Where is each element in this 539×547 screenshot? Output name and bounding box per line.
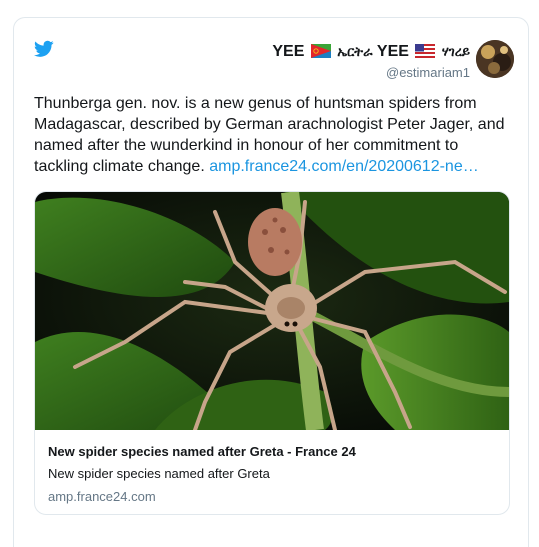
embedded-tweet: YEE ኤርትራ YEE ሃገረይ @estimariam1 Thunberga… <box>13 17 529 547</box>
author-handle[interactable]: @estimariam1 <box>272 64 470 82</box>
avatar-image <box>476 40 514 78</box>
tweet-text: Thunberga gen. nov. is a new genus of hu… <box>34 93 510 177</box>
author-name-part: YEE <box>272 43 305 60</box>
card-body: New spider species named after Greta - F… <box>48 443 498 506</box>
author-block[interactable]: YEE ኤርትራ YEE ሃገረይ @estimariam1 <box>272 42 470 82</box>
link-preview-card[interactable]: New spider species named after Greta - F… <box>34 191 510 515</box>
author-name[interactable]: YEE ኤርትራ YEE ሃገረይ <box>272 42 470 62</box>
card-description: New spider species named after Greta <box>48 466 270 481</box>
card-title[interactable]: New spider species named after Greta - F… <box>48 443 498 461</box>
author-name-geez: ኤርትራ <box>337 44 373 59</box>
avatar[interactable] <box>476 40 514 78</box>
author-name-geez: ሃገረይ <box>441 44 470 59</box>
card-domain: amp.france24.com <box>48 489 156 504</box>
eritrea-flag-icon <box>310 44 331 58</box>
twitter-bird-icon[interactable] <box>34 40 54 58</box>
usa-flag-icon <box>415 44 436 58</box>
author-name-part: YEE <box>376 43 409 60</box>
tweet-link[interactable]: amp.france24.com/en/20200612-ne… <box>209 158 479 175</box>
card-image-spider[interactable] <box>35 192 509 430</box>
